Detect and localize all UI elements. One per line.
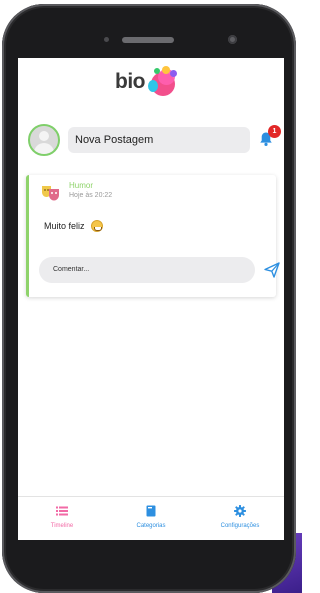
- post-text: Muito feliz: [44, 221, 85, 231]
- tab-categorias-label: Categorias: [136, 523, 166, 529]
- post-card: Humor Hoje às 20:22 Muito feliz Comentar…: [26, 175, 280, 297]
- tab-configuracoes[interactable]: Configurações: [196, 497, 284, 540]
- notification-badge: 1: [268, 125, 281, 138]
- logo-text: bio: [115, 70, 146, 93]
- composer: Nova Postagem 1: [28, 124, 281, 156]
- book-icon: [146, 505, 156, 517]
- tab-timeline-label: Timeline: [50, 523, 74, 529]
- phone-sensor: [104, 37, 109, 42]
- tab-configuracoes-label: Configurações: [220, 523, 260, 529]
- new-post-button[interactable]: Nova Postagem: [68, 127, 250, 153]
- post-category: Humor: [69, 181, 94, 190]
- phone-camera: [228, 35, 237, 44]
- phone-chin: [18, 540, 284, 576]
- comment-input[interactable]: Comentar...: [39, 257, 255, 283]
- tab-categorias[interactable]: Categorias: [107, 497, 195, 540]
- gear-icon: [234, 505, 246, 517]
- grinning-emoji-icon: [90, 220, 103, 232]
- post-body: Muito feliz: [44, 220, 103, 232]
- tab-timeline[interactable]: Timeline: [18, 497, 106, 540]
- bottom-tab-bar: Timeline Categorias Configurações: [18, 496, 284, 540]
- theater-masks-icon: [42, 186, 59, 201]
- app-header: bio: [18, 58, 284, 104]
- phone-speaker: [122, 37, 174, 43]
- user-avatar[interactable]: [28, 124, 60, 156]
- app-screen: bio Nova Postagem 1 Humor Hoje às 20:22 …: [18, 58, 284, 540]
- logo-mark-icon: [148, 66, 178, 98]
- app-logo: bio: [115, 64, 178, 100]
- list-icon: [56, 506, 68, 516]
- send-icon[interactable]: [262, 260, 282, 280]
- post-timestamp: Hoje às 20:22: [69, 192, 113, 199]
